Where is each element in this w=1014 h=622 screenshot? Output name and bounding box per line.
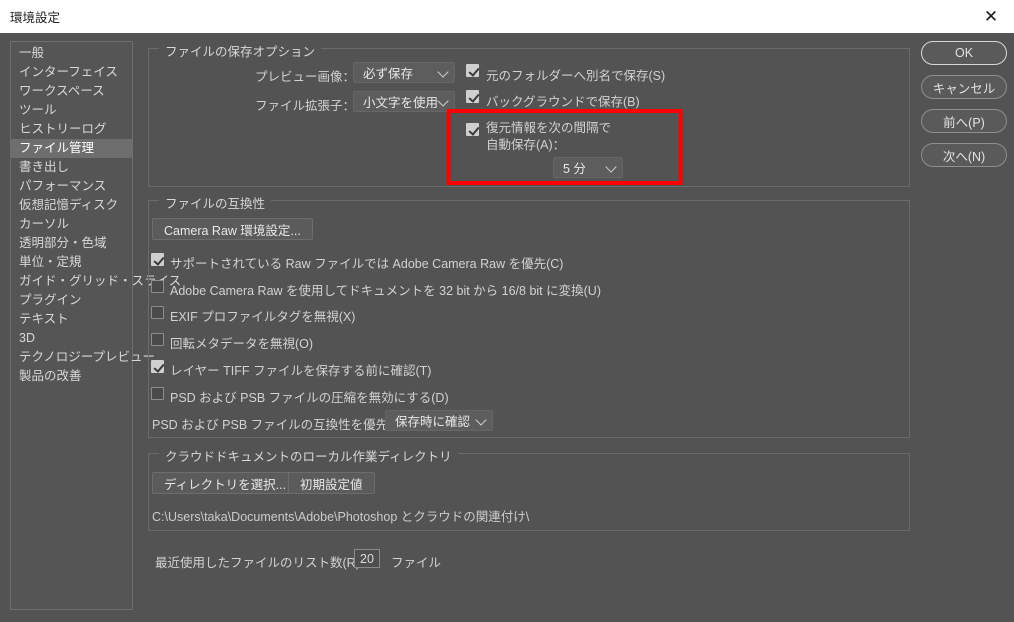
preview-image-label: プレビュー画像： — [255, 70, 356, 84]
chevron-down-icon — [437, 94, 449, 107]
maximize-compatibility-value: 保存時に確認 — [395, 415, 471, 429]
next-button[interactable]: 次へ(N) — [921, 143, 1007, 167]
confirm-layered-tiff-checkbox[interactable] — [151, 360, 164, 373]
sidebar-item-export[interactable]: 書き出し — [11, 158, 132, 177]
convert-32bit-checkbox[interactable] — [151, 280, 164, 293]
ignore-rotation-checkbox[interactable] — [151, 333, 164, 346]
save-as-original-folder-checkbox[interactable] — [466, 64, 479, 77]
maximize-compatibility-label: PSD および PSB ファイルの互換性を優先： — [152, 418, 401, 432]
sidebar-item-tools[interactable]: ツール — [11, 101, 132, 120]
title-bar: 環境設定 ✕ — [0, 0, 1014, 33]
convert-32bit-label: Adobe Camera Raw を使用してドキュメントを 32 bit から … — [170, 284, 601, 298]
confirm-layered-tiff-label: レイヤー TIFF ファイルを保存する前に確認(T) — [170, 364, 432, 378]
sidebar-item-transparency-gamut[interactable]: 透明部分・色域 — [11, 234, 132, 253]
sidebar-item-guides-grid-slices[interactable]: ガイド・グリッド・スライス — [11, 272, 181, 291]
file-extension-value: 小文字を使用 — [363, 96, 439, 110]
file-saving-options-legend: ファイルの保存オプション — [159, 41, 322, 60]
chevron-down-icon — [475, 413, 487, 426]
previous-button[interactable]: 前へ(P) — [921, 109, 1007, 133]
recent-file-list-label: 最近使用したファイルのリスト数(R)： — [155, 556, 373, 570]
preferences-category-list[interactable]: 一般 インターフェイス ワークスペース ツール ヒストリーログ ファイル管理 書… — [10, 41, 181, 610]
autosave-recovery-label-line2: 自動保存(A)： — [486, 138, 566, 152]
dialog-button-column: OK キャンセル 前へ(P) 次へ(N) — [921, 41, 1007, 177]
sidebar-item-performance[interactable]: パフォーマンス — [11, 177, 132, 196]
prefer-camera-raw-checkbox[interactable] — [151, 253, 164, 266]
save-in-background-checkbox[interactable] — [466, 90, 479, 103]
cloud-documents-legend: クラウドドキュメントのローカル作業ディレクトリ — [159, 446, 458, 465]
autosave-interval-value: 5 分 — [563, 162, 586, 176]
cloud-directory-path: C:\Users\taka\Documents\Adobe\Photoshop … — [152, 510, 530, 524]
autosave-recovery-checkbox[interactable] — [466, 123, 479, 136]
sidebar-item-history-log[interactable]: ヒストリーログ — [11, 120, 132, 139]
sidebar-item-file-handling[interactable]: ファイル管理 — [11, 139, 132, 158]
recent-file-list-suffix: ファイル — [391, 556, 442, 570]
save-as-original-folder-label: 元のフォルダーへ別名で保存(S) — [486, 69, 666, 83]
sidebar-item-product-improvement[interactable]: 製品の改善 — [11, 367, 132, 386]
chevron-down-icon — [605, 160, 617, 173]
sidebar-item-general[interactable]: 一般 — [11, 44, 132, 63]
sidebar-item-type[interactable]: テキスト — [11, 310, 132, 329]
sidebar-item-units-rulers[interactable]: 単位・定規 — [11, 253, 132, 272]
sidebar-item-plugins[interactable]: プラグイン — [11, 291, 132, 310]
file-extension-label: ファイル拡張子： — [255, 99, 356, 113]
file-compatibility-legend: ファイルの互換性 — [159, 193, 272, 212]
file-extension-select[interactable]: 小文字を使用 — [353, 91, 455, 112]
preview-image-select[interactable]: 必ず保存 — [353, 62, 455, 83]
autosave-interval-select[interactable]: 5 分 — [553, 157, 623, 178]
ignore-exif-checkbox[interactable] — [151, 306, 164, 319]
sidebar-item-cursors[interactable]: カーソル — [11, 215, 132, 234]
chevron-down-icon — [437, 65, 449, 78]
close-icon[interactable]: ✕ — [968, 0, 1014, 33]
choose-directory-button[interactable]: ディレクトリを選択... — [152, 472, 299, 494]
default-directory-button[interactable]: 初期設定値 — [288, 472, 375, 494]
sidebar-item-3d[interactable]: 3D — [11, 329, 132, 348]
ignore-rotation-label: 回転メタデータを無視(O) — [170, 337, 314, 351]
disable-compression-label: PSD および PSB ファイルの圧縮を無効にする(D) — [170, 391, 449, 405]
camera-raw-preferences-button[interactable]: Camera Raw 環境設定... — [152, 218, 313, 240]
window-title: 環境設定 — [10, 11, 61, 25]
preview-image-value: 必ず保存 — [363, 67, 414, 81]
sidebar-item-technology-previews[interactable]: テクノロジープレビュー — [11, 348, 155, 367]
sidebar-item-scratch-disks[interactable]: 仮想記憶ディスク — [11, 196, 132, 215]
ignore-exif-label: EXIF プロファイルタグを無視(X) — [170, 310, 356, 324]
sidebar-item-workspace[interactable]: ワークスペース — [11, 82, 132, 101]
disable-compression-checkbox[interactable] — [151, 387, 164, 400]
ok-button[interactable]: OK — [921, 41, 1007, 65]
sidebar-item-interface[interactable]: インターフェイス — [11, 63, 132, 82]
prefer-camera-raw-label: サポートされている Raw ファイルでは Adobe Camera Raw を優… — [170, 257, 564, 271]
cancel-button[interactable]: キャンセル — [921, 75, 1007, 99]
recent-file-list-input[interactable]: 20 — [354, 549, 380, 568]
save-in-background-label: バックグラウンドで保存(B) — [486, 95, 640, 109]
maximize-compatibility-select[interactable]: 保存時に確認 — [385, 410, 493, 431]
